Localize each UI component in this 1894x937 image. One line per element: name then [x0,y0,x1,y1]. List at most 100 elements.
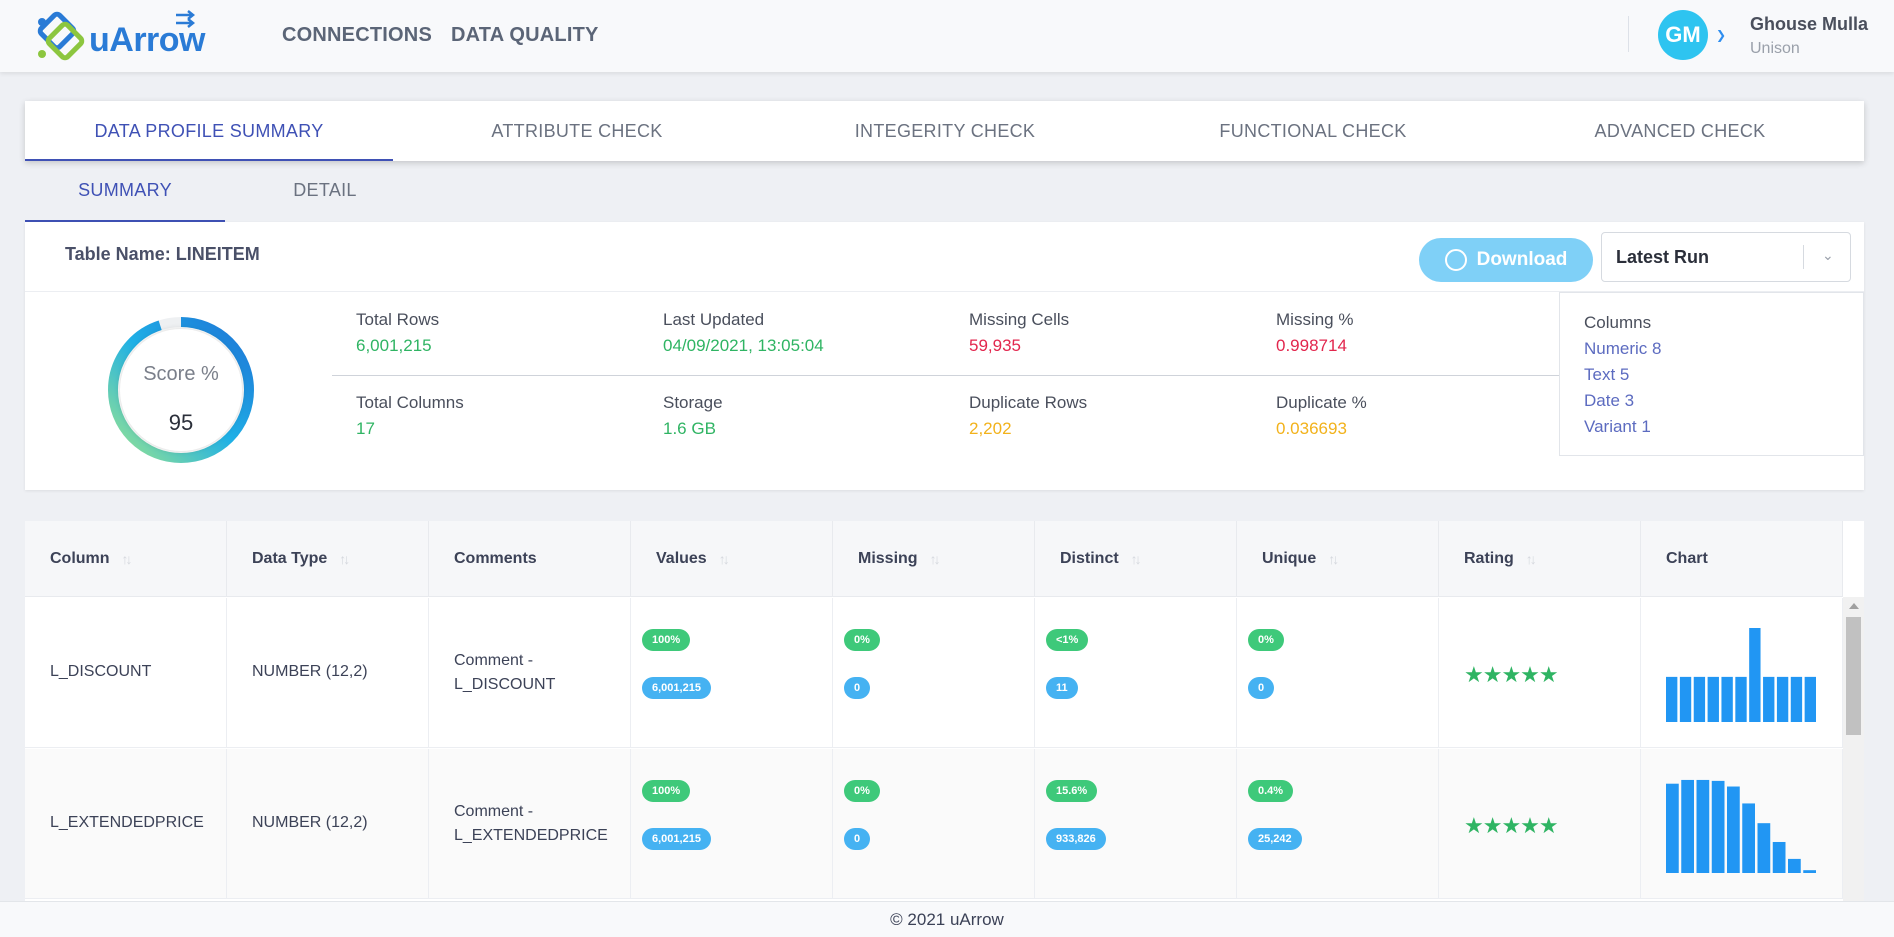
scroll-thumb[interactable] [1846,617,1861,735]
data-type: NUMBER (12,2) [252,663,368,680]
run-select[interactable]: Latest Run ⌄ [1601,232,1851,282]
histogram-bar[interactable] [1696,779,1710,873]
sort-icon[interactable]: ↑↓ [719,551,730,567]
cell-values: 100% 6,001,215 [631,598,833,748]
sort-icon[interactable]: ↑↓ [122,551,133,567]
comment-line-2: L_DISCOUNT [454,676,556,693]
histogram-bar[interactable] [1735,676,1747,722]
nav-connections[interactable]: CONNECTIONS [282,24,432,47]
column-type-text[interactable]: Text 5 [1584,365,1629,385]
user-org: Unison [1750,40,1800,57]
histogram-bar[interactable] [1707,676,1719,722]
sort-icon[interactable]: ↑↓ [930,551,941,567]
col-header-data-type[interactable]: Data Type ↑↓ [227,521,429,597]
metric-value-duplicate-pct: 0.036693 [1276,419,1347,438]
tab-functional-check[interactable]: FUNCTIONAL CHECK [1129,101,1497,161]
metric-label-duplicate-pct: Duplicate % [1276,393,1367,412]
tab-advanced-check[interactable]: ADVANCED CHECK [1496,101,1864,161]
avatar[interactable]: GM [1658,10,1708,60]
metric-value-total-columns: 17 [356,419,375,438]
cell-unique: 0% 0 [1237,598,1439,748]
histogram-bar[interactable] [1727,786,1740,873]
histogram-bar[interactable] [1803,870,1816,873]
table-row[interactable]: L_EXTENDEDPRICE NUMBER (12,2) Comment - … [25,749,1843,899]
logo-icon [37,11,85,61]
histogram-bar[interactable] [1788,858,1801,873]
distinct-count-badge: 933,826 [1046,828,1106,850]
col-header-label: Chart [1666,550,1708,567]
column-type-variant[interactable]: Variant 1 [1584,417,1651,437]
tab-data-profile-summary[interactable]: DATA PROFILE SUMMARY [25,101,393,161]
subtab-detail[interactable]: DETAIL [225,180,425,222]
col-header-comments: Comments [429,521,631,597]
column-name: L_DISCOUNT [50,663,152,680]
histogram-bar[interactable] [1749,628,1761,722]
table-row[interactable]: L_DISCOUNT NUMBER (12,2) Comment - L_DIS… [25,598,1843,748]
cell-data-type: NUMBER (12,2) [227,598,429,748]
values-count-badge: 6,001,215 [642,677,711,699]
sort-icon[interactable]: ↑↓ [339,551,350,567]
histogram-bar[interactable] [1776,676,1789,722]
cell-distinct: 15.6% 933,826 [1035,749,1237,899]
cell-comments: Comment - L_EXTENDEDPRICE [429,749,631,899]
histogram-bar[interactable] [1693,676,1706,722]
score-ring [108,317,254,463]
histogram-chart[interactable] [1666,628,1816,722]
chevron-down-icon[interactable]: ❯ [1716,28,1726,42]
metric-value-duplicate-rows: 2,202 [969,419,1012,438]
column-type-numeric[interactable]: Numeric 8 [1584,339,1661,359]
histogram-bar[interactable] [1666,783,1679,873]
star-rating-icon: ★★★★★ [1464,662,1559,687]
distinct-pct-badge: 15.6% [1046,780,1098,802]
histogram-bar[interactable] [1804,676,1816,722]
footer: © 2021 uArrow [0,901,1894,937]
column-type-date[interactable]: Date 3 [1584,391,1634,411]
col-header-unique[interactable]: Unique ↑↓ [1237,521,1439,597]
col-header-distinct[interactable]: Distinct ↑↓ [1035,521,1237,597]
tab-integrity-check[interactable]: INTEGERITY CHECK [761,101,1129,161]
distinct-count-badge: 11 [1046,677,1078,699]
unique-count-badge: 0 [1248,677,1275,699]
tab-attribute-check[interactable]: ATTRIBUTE CHECK [393,101,761,161]
sort-icon[interactable]: ↑↓ [1131,551,1142,567]
score-gauge: Score % 95 [107,316,255,464]
scroll-up-arrow-icon[interactable] [1849,603,1859,609]
histogram-bar[interactable] [1742,803,1755,873]
user-name: Ghouse Mulla [1750,14,1869,34]
app-logo[interactable]: uArrow [34,8,206,66]
col-header-missing[interactable]: Missing ↑↓ [833,521,1035,597]
histogram-bar[interactable] [1721,676,1733,722]
histogram-chart[interactable] [1666,779,1816,873]
metric-value-last-updated: 04/09/2021, 13:05:04 [663,336,824,355]
col-header-rating[interactable]: Rating ↑↓ [1439,521,1641,597]
col-header-column[interactable]: Column ↑↓ [25,521,227,597]
cell-missing: 0% 0 [833,749,1035,899]
histogram-bar[interactable] [1681,779,1694,873]
sort-icon[interactable]: ↑↓ [1328,551,1339,567]
histogram-bar[interactable] [1790,676,1803,722]
metric-value-missing-cells: 59,935 [969,336,1021,355]
distinct-pct-badge: <1% [1046,629,1089,651]
download-label: Download [1476,249,1568,270]
col-header-values[interactable]: Values ↑↓ [631,521,833,597]
nav-data-quality[interactable]: DATA QUALITY [451,24,599,47]
histogram-bar[interactable] [1772,841,1786,873]
metric-label-missing-pct: Missing % [1276,310,1354,329]
histogram-bar[interactable] [1757,823,1771,873]
histogram-bar[interactable] [1711,780,1725,873]
table-scrollbar[interactable] [1843,597,1864,901]
cell-rating: ★★★★★ [1439,598,1641,748]
metric-label-total-columns: Total Columns [356,393,464,412]
metrics-divider [332,375,1584,376]
subtab-summary[interactable]: SUMMARY [25,180,225,222]
histogram-bar[interactable] [1763,676,1775,722]
main-tabs: DATA PROFILE SUMMARY ATTRIBUTE CHECK INT… [25,101,1864,161]
summary-card: Table Name: LINEITEM Download Latest Run… [25,222,1864,490]
sort-icon[interactable]: ↑↓ [1526,551,1537,567]
download-button[interactable]: Download [1419,238,1593,282]
unique-count-badge: 25,242 [1248,828,1302,850]
metric-label-missing-cells: Missing Cells [969,310,1070,329]
histogram-bar[interactable] [1666,676,1678,722]
header-divider [1628,16,1629,52]
histogram-bar[interactable] [1679,676,1692,722]
